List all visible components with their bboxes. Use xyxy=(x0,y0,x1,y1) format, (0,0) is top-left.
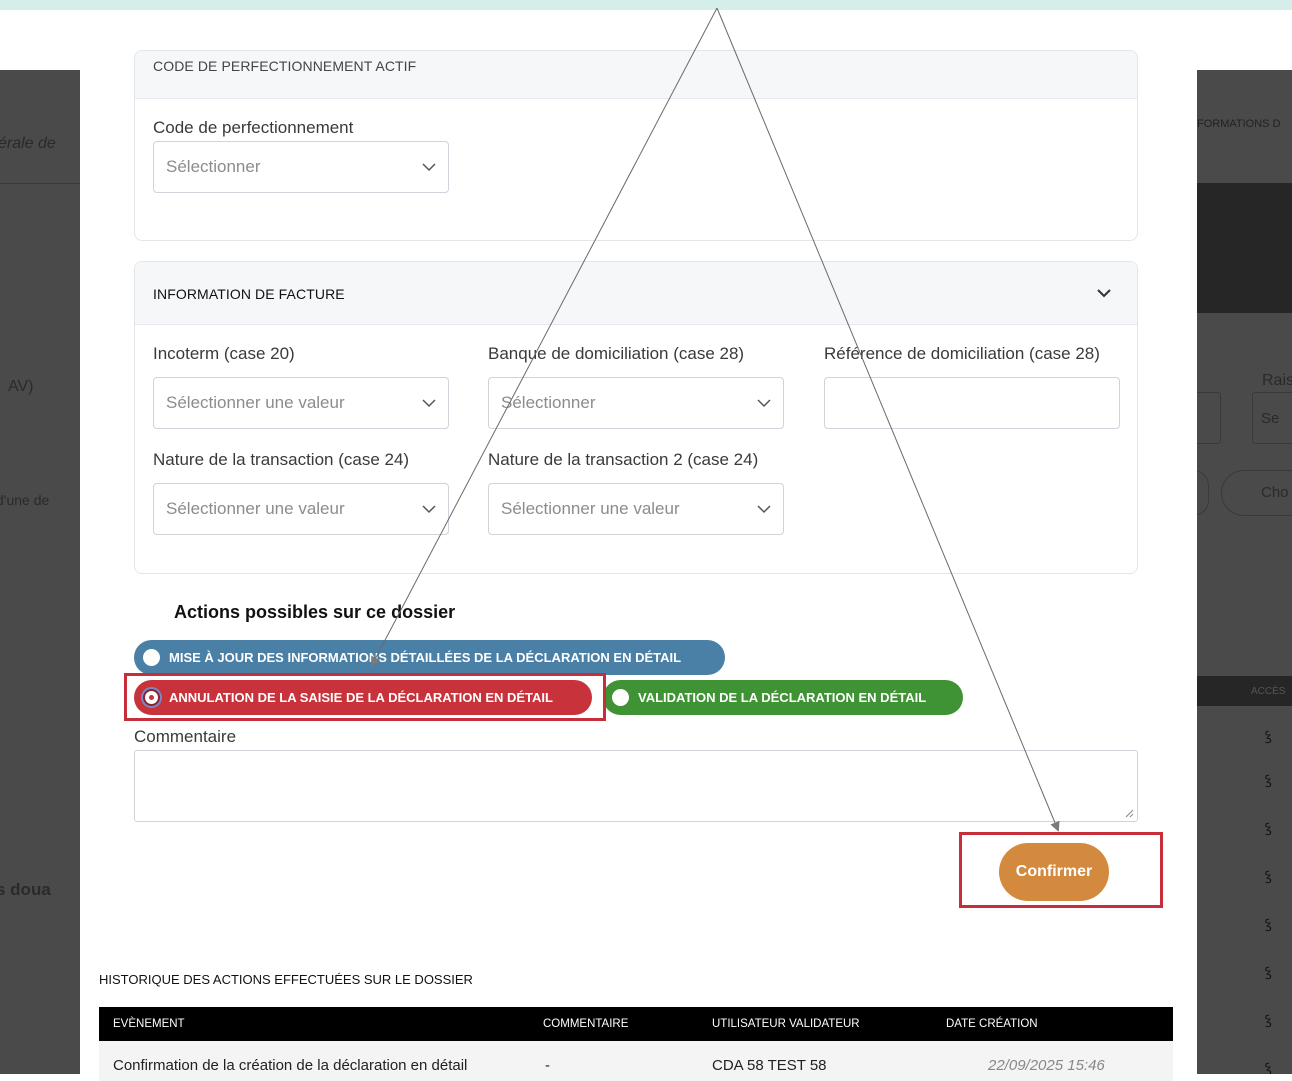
card-header: CODE DE PERFECTIONNEMENT ACTIF xyxy=(135,51,1137,99)
flow-icon: ꝣ xyxy=(1265,917,1272,932)
table-cell: Confirmation de la création de la déclar… xyxy=(113,1057,468,1074)
radio-button[interactable] xyxy=(143,649,160,666)
background-text: FORMATIONS D xyxy=(1197,118,1281,130)
flow-icon: ꝣ xyxy=(1265,869,1272,884)
action-option-mise-a-jour[interactable]: MISE À JOUR DES INFORMATIONS DÉTAILLÉES … xyxy=(134,640,725,675)
table-cell: CDA 58 TEST 58 xyxy=(712,1057,827,1074)
table-header: EVÈNEMENT COMMENTAIRE UTILISATEUR VALIDA… xyxy=(99,1007,1173,1041)
column-header: UTILISATEUR VALIDATEUR xyxy=(712,1018,860,1030)
history-title: HISTORIQUE DES ACTIONS EFFECTUÉES SUR LE… xyxy=(99,972,473,987)
flow-icon: ꝣ xyxy=(1265,1013,1272,1028)
background-page-right: FORMATIONS D Rais Se Cho ACCÈS ꝣ ꝣ ꝣ ꝣ ꝣ… xyxy=(1197,70,1292,1074)
background-text: Se xyxy=(1261,410,1280,427)
nature-transaction-2-select[interactable]: Sélectionner une valeur xyxy=(488,483,784,535)
table-row: Confirmation de la création de la déclar… xyxy=(99,1041,1173,1081)
background-text: Cho xyxy=(1261,484,1289,501)
chevron-down-icon xyxy=(422,399,436,408)
resize-handle-icon[interactable] xyxy=(1125,809,1134,818)
card-header[interactable]: INFORMATION DE FACTURE xyxy=(135,262,1137,325)
action-label: MISE À JOUR DES INFORMATIONS DÉTAILLÉES … xyxy=(169,650,682,665)
chevron-down-icon xyxy=(422,163,436,172)
perfectionnement-select[interactable]: Sélectionner xyxy=(153,141,449,193)
declaration-modal: CODE DE PERFECTIONNEMENT ACTIF Code de p… xyxy=(98,50,1173,938)
select-placeholder: Sélectionner xyxy=(166,157,261,176)
flow-icon: ꝣ xyxy=(1265,729,1272,744)
highlight-confirm xyxy=(959,832,1163,908)
flow-icon: ꝣ xyxy=(1265,773,1272,788)
chevron-down-icon xyxy=(757,505,771,514)
action-option-validation[interactable]: VALIDATION DE LA DÉCLARATION EN DÉTAIL xyxy=(603,680,963,715)
highlight-annulation xyxy=(124,673,606,721)
nature-transaction-select[interactable]: Sélectionner une valeur xyxy=(153,483,449,535)
background-text: ACCÈS xyxy=(1251,686,1286,697)
table-cell: - xyxy=(545,1057,550,1074)
comment-label: Commentaire xyxy=(134,727,237,746)
chevron-down-icon xyxy=(757,399,771,408)
field-label: Banque de domiciliation (case 28) xyxy=(488,344,745,363)
background-text: d'une de xyxy=(0,492,50,508)
column-header: COMMENTAIRE xyxy=(543,1018,629,1030)
perfectionnement-card: CODE DE PERFECTIONNEMENT ACTIF Code de p… xyxy=(134,50,1138,241)
card-title: CODE DE PERFECTIONNEMENT ACTIF xyxy=(153,58,417,74)
background-page-left: érale de AV) d'une de s doua xyxy=(0,70,80,1074)
background-text: Rais xyxy=(1262,372,1292,389)
flow-icon: ꝣ xyxy=(1265,821,1272,836)
field-label: Nature de la transaction (case 24) xyxy=(153,450,410,469)
background-text: s doua xyxy=(0,880,51,899)
field-label: Code de perfectionnement xyxy=(153,118,354,137)
column-header: EVÈNEMENT xyxy=(113,1018,185,1030)
radio-button[interactable] xyxy=(612,689,629,706)
field-label: Référence de domiciliation (case 28) xyxy=(824,344,1100,363)
facture-card: INFORMATION DE FACTURE Incoterm (case 20… xyxy=(134,261,1138,574)
action-label: VALIDATION DE LA DÉCLARATION EN DÉTAIL xyxy=(638,690,927,705)
flow-icon: ꝣ xyxy=(1265,1061,1272,1074)
field-label: Incoterm (case 20) xyxy=(153,344,295,363)
chevron-down-icon[interactable] xyxy=(1097,287,1111,299)
chevron-down-icon xyxy=(422,505,436,514)
actions-title: Actions possibles sur ce dossier xyxy=(174,602,456,622)
table-cell: 22/09/2025 15:46 xyxy=(988,1057,1105,1074)
card-title: INFORMATION DE FACTURE xyxy=(153,286,345,302)
select-placeholder: Sélectionner une valeur xyxy=(166,499,345,518)
background-text: érale de xyxy=(0,135,56,152)
banque-select[interactable]: Sélectionner xyxy=(488,377,784,429)
top-banner-strip xyxy=(0,0,1292,10)
background-text: AV) xyxy=(8,378,34,395)
select-placeholder: Sélectionner xyxy=(501,393,596,412)
select-placeholder: Sélectionner une valeur xyxy=(166,393,345,412)
column-header: DATE CRÉATION xyxy=(946,1018,1038,1030)
select-placeholder: Sélectionner une valeur xyxy=(501,499,680,518)
flow-icon: ꝣ xyxy=(1265,965,1272,980)
field-label: Nature de la transaction 2 (case 24) xyxy=(488,450,759,469)
incoterm-select[interactable]: Sélectionner une valeur xyxy=(153,377,449,429)
comment-textarea[interactable] xyxy=(134,750,1138,822)
reference-domiciliation-input[interactable] xyxy=(824,377,1120,429)
